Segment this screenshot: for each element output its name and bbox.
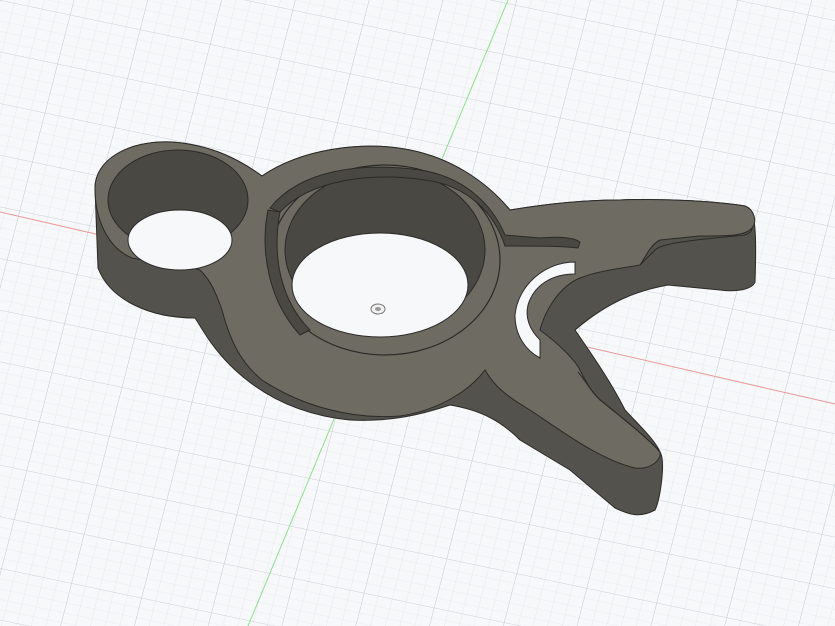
3d-viewport[interactable] — [0, 0, 835, 626]
origin-marker-icon[interactable] — [370, 303, 386, 315]
small-hole-opening — [127, 209, 233, 271]
large-hole-opening — [291, 232, 469, 338]
viewport-canvas[interactable] — [0, 0, 835, 626]
